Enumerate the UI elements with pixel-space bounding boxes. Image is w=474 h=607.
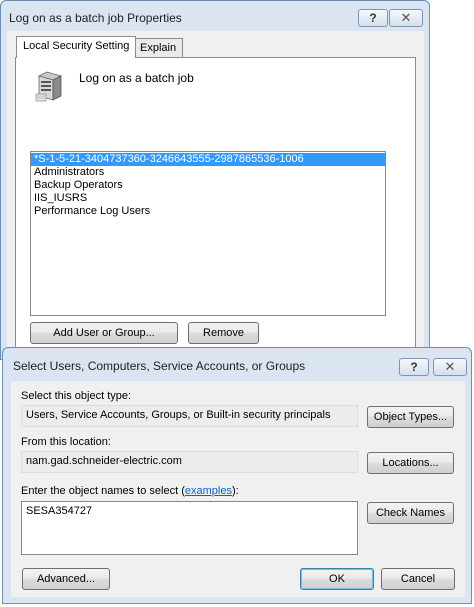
list-item[interactable]: Backup Operators bbox=[31, 179, 385, 192]
object-type-field: Users, Service Accounts, Groups, or Buil… bbox=[21, 405, 358, 427]
tab-explain[interactable]: Explain bbox=[133, 38, 184, 58]
locations-button[interactable]: Locations... bbox=[367, 452, 454, 474]
policy-name: Log on as a batch job bbox=[79, 71, 194, 85]
properties-window-title: Log on as a batch job Properties bbox=[9, 11, 182, 25]
close-icon: ✕ bbox=[400, 10, 412, 25]
add-user-or-group-button[interactable]: Add User or Group... bbox=[30, 322, 178, 344]
remove-button[interactable]: Remove bbox=[188, 322, 259, 344]
ok-button[interactable]: OK bbox=[300, 568, 374, 590]
properties-help-button[interactable]: ? bbox=[358, 9, 388, 27]
tab-local-security-setting[interactable]: Local Security Setting bbox=[16, 36, 137, 58]
select-users-help-button[interactable]: ? bbox=[399, 358, 429, 376]
help-icon: ? bbox=[410, 360, 418, 374]
location-label: From this location: bbox=[21, 436, 111, 448]
advanced-button[interactable]: Advanced... bbox=[22, 568, 110, 590]
list-item[interactable]: *S-1-5-21-3404737360-3246643555-29878655… bbox=[31, 153, 385, 166]
help-icon: ? bbox=[369, 11, 377, 25]
members-listbox[interactable]: *S-1-5-21-3404737360-3246643555-29878655… bbox=[30, 151, 386, 316]
object-names-label: Enter the object names to select (exampl… bbox=[21, 485, 239, 497]
cancel-button[interactable]: Cancel bbox=[381, 568, 455, 590]
object-type-label: Select this object type: bbox=[21, 390, 132, 402]
properties-close-button[interactable]: ✕ bbox=[389, 9, 423, 27]
local-security-panel: Log on as a batch job *S-1-5-21-34047373… bbox=[15, 57, 416, 361]
select-users-window-title: Select Users, Computers, Service Account… bbox=[13, 359, 306, 373]
object-types-button[interactable]: Object Types... bbox=[367, 406, 454, 428]
examples-link[interactable]: examples bbox=[185, 485, 232, 497]
select-users-close-button[interactable]: ✕ bbox=[433, 358, 467, 376]
object-names-input[interactable]: SESA354727 bbox=[21, 501, 358, 555]
properties-window: Log on as a batch job Properties ? ✕ Loc… bbox=[0, 0, 430, 361]
list-item[interactable]: Performance Log Users bbox=[31, 205, 385, 218]
properties-client-area: Local Security Setting Explain Log on as… bbox=[7, 31, 424, 361]
object-names-value: SESA354727 bbox=[26, 505, 93, 517]
check-names-button[interactable]: Check Names bbox=[367, 502, 454, 524]
location-field: nam.gad.schneider-electric.com bbox=[21, 451, 358, 473]
select-users-client-area: Select this object type: Users, Service … bbox=[11, 381, 465, 597]
server-icon bbox=[33, 68, 65, 102]
close-icon: ✕ bbox=[444, 359, 456, 374]
list-item[interactable]: Administrators bbox=[31, 166, 385, 179]
select-users-window: Select Users, Computers, Service Account… bbox=[2, 347, 472, 604]
list-item[interactable]: IIS_IUSRS bbox=[31, 192, 385, 205]
